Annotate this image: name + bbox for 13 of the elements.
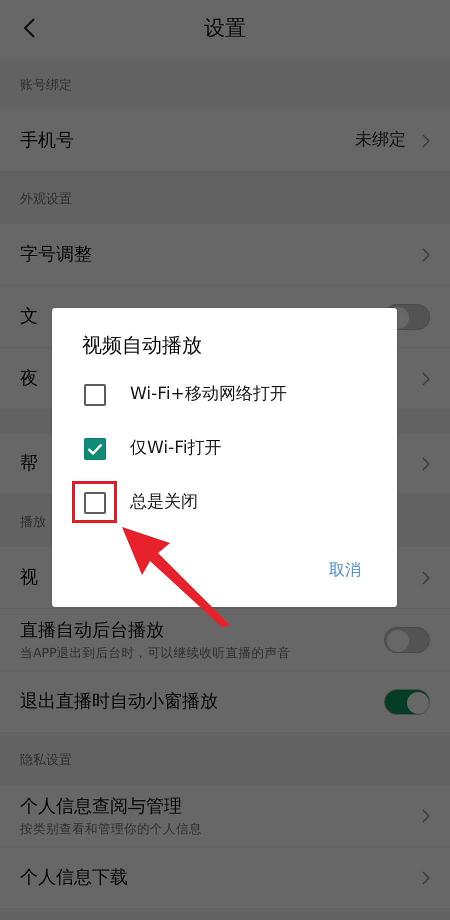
row-label: 手机号	[20, 129, 74, 153]
row-label: 文	[20, 305, 38, 329]
row-label: 退出直播时自动小窗播放	[20, 690, 218, 714]
row-value: 未绑定	[355, 128, 406, 152]
row-label: 夜	[20, 367, 38, 391]
row-label: 帮	[20, 452, 38, 476]
page-title: 设置	[204, 15, 246, 42]
row-label: 直播自动后台播放	[20, 618, 165, 643]
row-label: 个人信息查阅与管理	[20, 794, 183, 819]
row-label: 视	[20, 566, 38, 590]
row-label: 字号调整	[20, 243, 92, 267]
row-label: 个人信息下载	[20, 866, 128, 890]
dialog-title: 视频自动播放	[82, 332, 203, 359]
